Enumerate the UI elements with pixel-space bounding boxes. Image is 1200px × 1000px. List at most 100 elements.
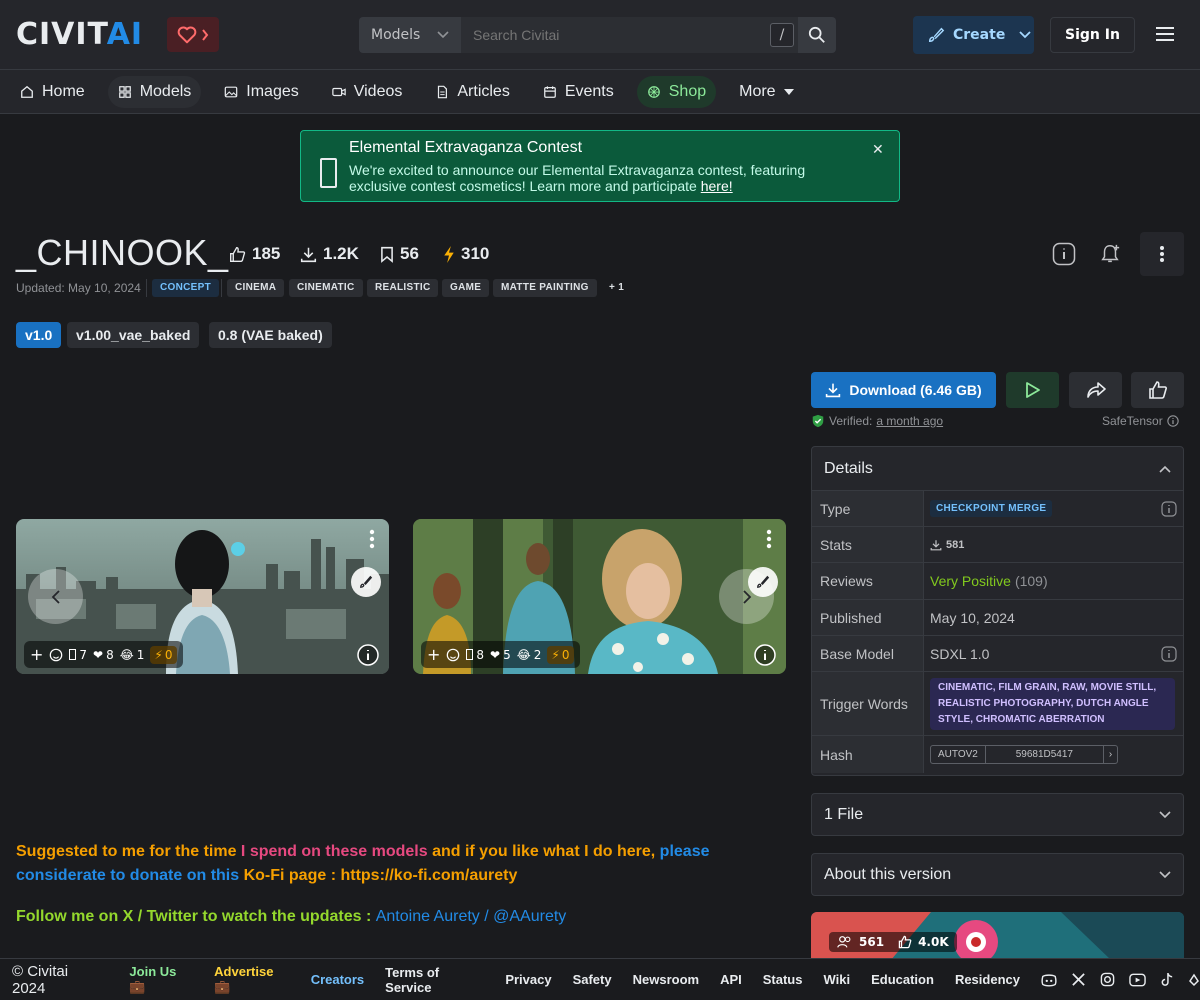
details-header[interactable]: Details xyxy=(812,447,1183,491)
tag-cinema[interactable]: CINEMA xyxy=(227,279,285,297)
footer-link-status[interactable]: Status xyxy=(763,972,803,987)
like-reaction[interactable]: 8 xyxy=(466,648,484,662)
main-nav: Home Models Images Videos Articles Event… xyxy=(0,70,1200,114)
footer-link-creators[interactable]: Creators xyxy=(311,972,364,987)
like-button[interactable] xyxy=(1131,372,1184,408)
nav-more[interactable]: More xyxy=(729,76,803,108)
version-tab[interactable]: 0.8 (VAE baked) xyxy=(209,322,332,348)
carousel-prev-button[interactable] xyxy=(28,569,83,624)
contest-announcement: Elemental Extravaganza Contest We're exc… xyxy=(300,130,900,202)
info-icon[interactable] xyxy=(1161,500,1177,517)
article-icon xyxy=(438,85,448,98)
files-accordion[interactable]: 1 File xyxy=(811,793,1184,836)
sign-in-button[interactable]: Sign In xyxy=(1050,17,1135,53)
tag-cinematic[interactable]: CINEMATIC xyxy=(289,279,363,297)
tag-realistic[interactable]: REALISTIC xyxy=(367,279,439,297)
footer-link-residency[interactable]: Residency xyxy=(955,972,1020,987)
footer-link-terms[interactable]: Terms of Service xyxy=(385,965,484,995)
run-button[interactable] xyxy=(1006,372,1059,408)
notify-button[interactable] xyxy=(1088,232,1132,276)
add-reaction-button[interactable]: + xyxy=(427,645,440,664)
announcement-link[interactable]: here! xyxy=(701,178,733,194)
tag-matte-painting[interactable]: MATTE PAINTING xyxy=(493,279,597,297)
tag-concept[interactable]: CONCEPT xyxy=(152,279,219,297)
details-row-published: Published May 10, 2024 xyxy=(812,600,1183,636)
nav-models[interactable]: Models xyxy=(107,75,202,108)
nav-videos[interactable]: Videos xyxy=(322,76,413,108)
remix-button[interactable] xyxy=(748,567,778,597)
reviews-rating[interactable]: Very Positive xyxy=(930,573,1011,589)
add-reaction-button[interactable]: + xyxy=(30,645,43,664)
search-scope-select[interactable]: Models xyxy=(359,17,461,53)
footer-link-advertise[interactable]: Advertise 💼 xyxy=(214,964,290,995)
share-button[interactable] xyxy=(1069,372,1122,408)
info-icon xyxy=(1052,242,1076,266)
version-tab[interactable]: v1.0 xyxy=(16,322,62,348)
tip-buzz[interactable]: ⚡ 0 xyxy=(547,645,574,664)
footer-link-education[interactable]: Education xyxy=(871,972,934,987)
heart-reaction[interactable]: ❤ 5 xyxy=(490,648,511,662)
details-row-hash: Hash AUTOV2 59681D5417 › xyxy=(812,736,1183,773)
close-icon[interactable]: ✕ xyxy=(872,142,884,158)
tag-more[interactable]: + 1 xyxy=(601,279,632,297)
gallery-image-card[interactable]: + 8 ❤ 5 😂 2 ⚡ 0 xyxy=(413,519,786,674)
brush-icon xyxy=(757,575,770,588)
like-reaction[interactable]: 7 xyxy=(69,648,87,662)
card-menu-icon[interactable] xyxy=(766,529,772,549)
instagram-icon[interactable] xyxy=(1100,972,1115,987)
gallery-image-card[interactable]: + 7 ❤ 8 😂 1 ⚡ 0 xyxy=(16,519,389,674)
create-button[interactable]: Create xyxy=(913,16,1034,54)
chevron-down-icon xyxy=(437,31,449,39)
remix-button[interactable] xyxy=(351,567,381,597)
footer-link-join[interactable]: Join Us 💼 xyxy=(129,964,193,995)
menu-icon[interactable] xyxy=(1155,26,1175,42)
reaction-bar: + 7 ❤ 8 😂 1 ⚡ 0 xyxy=(24,641,183,668)
thumbs-up-icon xyxy=(230,246,246,262)
nav-articles[interactable]: Articles xyxy=(425,76,519,108)
info-button[interactable] xyxy=(1042,232,1086,276)
verified-date-link[interactable]: a month ago xyxy=(876,414,943,428)
footer-link-newsroom[interactable]: Newsroom xyxy=(633,972,699,987)
about-version-accordion[interactable]: About this version xyxy=(811,853,1184,896)
x-twitter-icon[interactable] xyxy=(1071,972,1086,987)
youtube-icon[interactable] xyxy=(1129,973,1146,987)
details-row-type: Type CHECKPOINT MERGE xyxy=(812,491,1183,527)
nav-home[interactable]: Home xyxy=(10,76,95,108)
twitter-link[interactable]: Antoine Aurety / @AAurety xyxy=(376,908,567,925)
chevron-right-icon xyxy=(202,28,209,41)
footer-link-safety[interactable]: Safety xyxy=(573,972,612,987)
heart-reaction[interactable]: ❤ 8 xyxy=(93,648,114,662)
tag-game[interactable]: GAME xyxy=(442,279,490,297)
nav-shop[interactable]: Shop xyxy=(636,75,717,108)
version-tab[interactable]: v1.00_vae_baked xyxy=(67,322,200,348)
bolt-icon xyxy=(444,245,454,263)
download-button[interactable]: Download (6.46 GB) xyxy=(811,372,996,408)
search-input[interactable] xyxy=(461,17,798,53)
search-button[interactable] xyxy=(798,17,836,53)
footer-link-privacy[interactable]: Privacy xyxy=(505,972,551,987)
info-icon[interactable] xyxy=(754,644,776,666)
nav-events[interactable]: Events xyxy=(533,76,624,108)
civitai-logo[interactable]: CIVITAI xyxy=(16,18,143,52)
trigger-words-chip[interactable]: CINEMATIC, FILM GRAIN, RAW, MOVIE STILL,… xyxy=(930,677,1175,730)
follow-text: Follow me on X / Twitter to watch the up… xyxy=(16,908,567,925)
discord-icon[interactable] xyxy=(1041,973,1057,987)
more-options-button[interactable] xyxy=(1140,232,1184,276)
play-icon xyxy=(1025,382,1040,398)
support-heart-button[interactable] xyxy=(167,17,219,52)
laugh-reaction[interactable]: 😂 2 xyxy=(517,648,542,662)
hash-selector[interactable]: AUTOV2 59681D5417 › xyxy=(930,745,1119,764)
card-menu-icon[interactable] xyxy=(369,529,375,549)
nav-images[interactable]: Images xyxy=(214,76,308,108)
tiktok-icon[interactable] xyxy=(1160,972,1174,987)
tip-buzz[interactable]: ⚡ 0 xyxy=(150,645,177,664)
collections-stat: 56 xyxy=(380,244,419,264)
reddit-icon[interactable] xyxy=(1188,973,1200,987)
info-icon[interactable] xyxy=(1161,645,1177,662)
footer-link-wiki[interactable]: Wiki xyxy=(823,972,850,987)
chevron-up-icon xyxy=(1159,465,1171,473)
footer-link-api[interactable]: API xyxy=(720,972,742,987)
info-icon[interactable] xyxy=(357,644,379,666)
creator-banner[interactable]: 561 4.0K xyxy=(811,912,1184,960)
laugh-reaction[interactable]: 😂 1 xyxy=(120,648,145,662)
